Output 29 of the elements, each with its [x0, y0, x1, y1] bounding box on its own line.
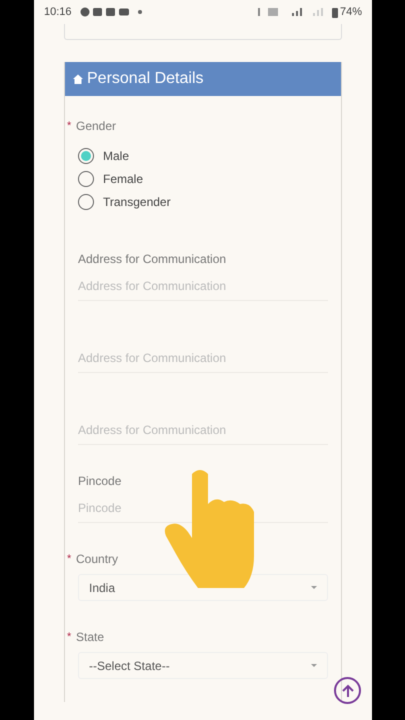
- battery-level: 74%: [340, 4, 362, 20]
- battery-icon: [332, 6, 338, 18]
- field-label: State: [76, 629, 104, 646]
- house-icon: [73, 74, 83, 84]
- required-asterisk: *: [67, 552, 72, 567]
- notification-icons: [80, 7, 130, 17]
- radio-button[interactable]: [78, 194, 94, 210]
- radio-button[interactable]: [78, 148, 94, 164]
- arrow-up-icon: [342, 684, 354, 698]
- field-label: Country: [76, 551, 118, 568]
- radio-label: Transgender: [103, 194, 171, 211]
- caret-icon: [311, 586, 317, 589]
- status-time: 10:16: [44, 4, 72, 20]
- text-input[interactable]: Address for Communication: [78, 415, 328, 445]
- radio-button[interactable]: [78, 171, 94, 187]
- select-field[interactable]: --Select State--: [78, 652, 328, 679]
- field-label: Pincode: [78, 473, 122, 490]
- field-label: Address for Communication: [78, 251, 226, 268]
- text-input[interactable]: Address for Communication: [78, 271, 328, 301]
- dot-icon: [138, 10, 142, 14]
- field-label: Gender: [76, 118, 116, 135]
- section-title: Personal Details: [87, 69, 204, 89]
- text-input[interactable]: Address for Communication: [78, 343, 328, 373]
- scroll-top-button[interactable]: [334, 677, 361, 704]
- required-asterisk: *: [67, 630, 72, 645]
- required-asterisk: *: [67, 119, 72, 134]
- radio-label: Male: [103, 148, 130, 165]
- caret-icon: [311, 664, 317, 667]
- radio-label: Female: [103, 171, 144, 188]
